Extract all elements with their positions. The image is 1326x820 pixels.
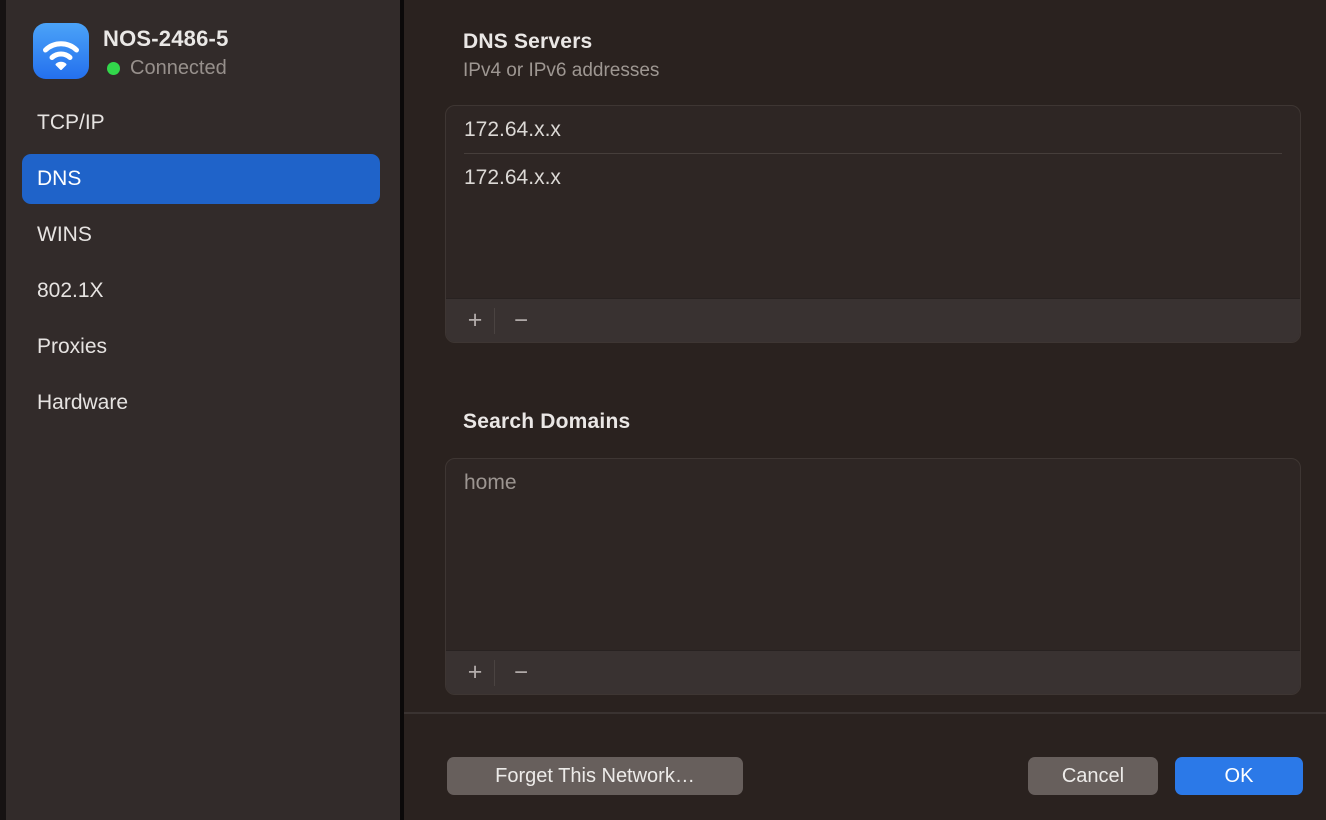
add-search-domain-button[interactable]: +: [458, 651, 492, 695]
sidebar-item-dns[interactable]: DNS: [22, 154, 380, 204]
search-domains-title: Search Domains: [463, 410, 630, 434]
search-domains-list: home + −: [445, 458, 1301, 695]
network-details-sidebar: NOS-2486-5 Connected TCP/IP DNS WINS 802…: [6, 0, 400, 820]
sidebar-item-hardware[interactable]: Hardware: [22, 378, 380, 428]
dns-servers-title: DNS Servers: [463, 30, 592, 54]
add-dns-server-button[interactable]: +: [458, 299, 492, 343]
search-domains-list-toolbar: + −: [446, 650, 1300, 694]
toolbar-separator: [494, 660, 495, 686]
footer-divider: [404, 712, 1326, 714]
remove-search-domain-button[interactable]: −: [497, 651, 545, 695]
dns-servers-list-toolbar: + −: [446, 298, 1300, 342]
cancel-button[interactable]: Cancel: [1028, 757, 1158, 795]
toolbar-separator: [494, 308, 495, 334]
search-domain-entry[interactable]: home: [446, 459, 1300, 506]
dns-servers-subtitle: IPv4 or IPv6 addresses: [463, 60, 659, 82]
dns-server-entry[interactable]: 172.64.x.x: [446, 106, 1300, 153]
sidebar-item-tcpip[interactable]: TCP/IP: [22, 98, 380, 148]
connection-status: Connected: [107, 57, 227, 80]
status-label: Connected: [130, 57, 227, 80]
forget-network-button[interactable]: Forget This Network…: [447, 757, 743, 795]
status-dot-icon: [107, 62, 120, 75]
dns-settings-panel: DNS Servers IPv4 or IPv6 addresses 172.6…: [404, 0, 1326, 820]
sidebar-item-wins[interactable]: WINS: [22, 210, 380, 260]
ok-button[interactable]: OK: [1175, 757, 1303, 795]
sidebar-item-8021x[interactable]: 802.1X: [22, 266, 380, 316]
wifi-icon: [33, 23, 89, 79]
sidebar-item-proxies[interactable]: Proxies: [22, 322, 380, 372]
dns-servers-list: 172.64.x.x 172.64.x.x + −: [445, 105, 1301, 343]
dns-server-entry[interactable]: 172.64.x.x: [446, 154, 1300, 201]
remove-dns-server-button[interactable]: −: [497, 299, 545, 343]
network-name: NOS-2486-5: [103, 26, 229, 52]
